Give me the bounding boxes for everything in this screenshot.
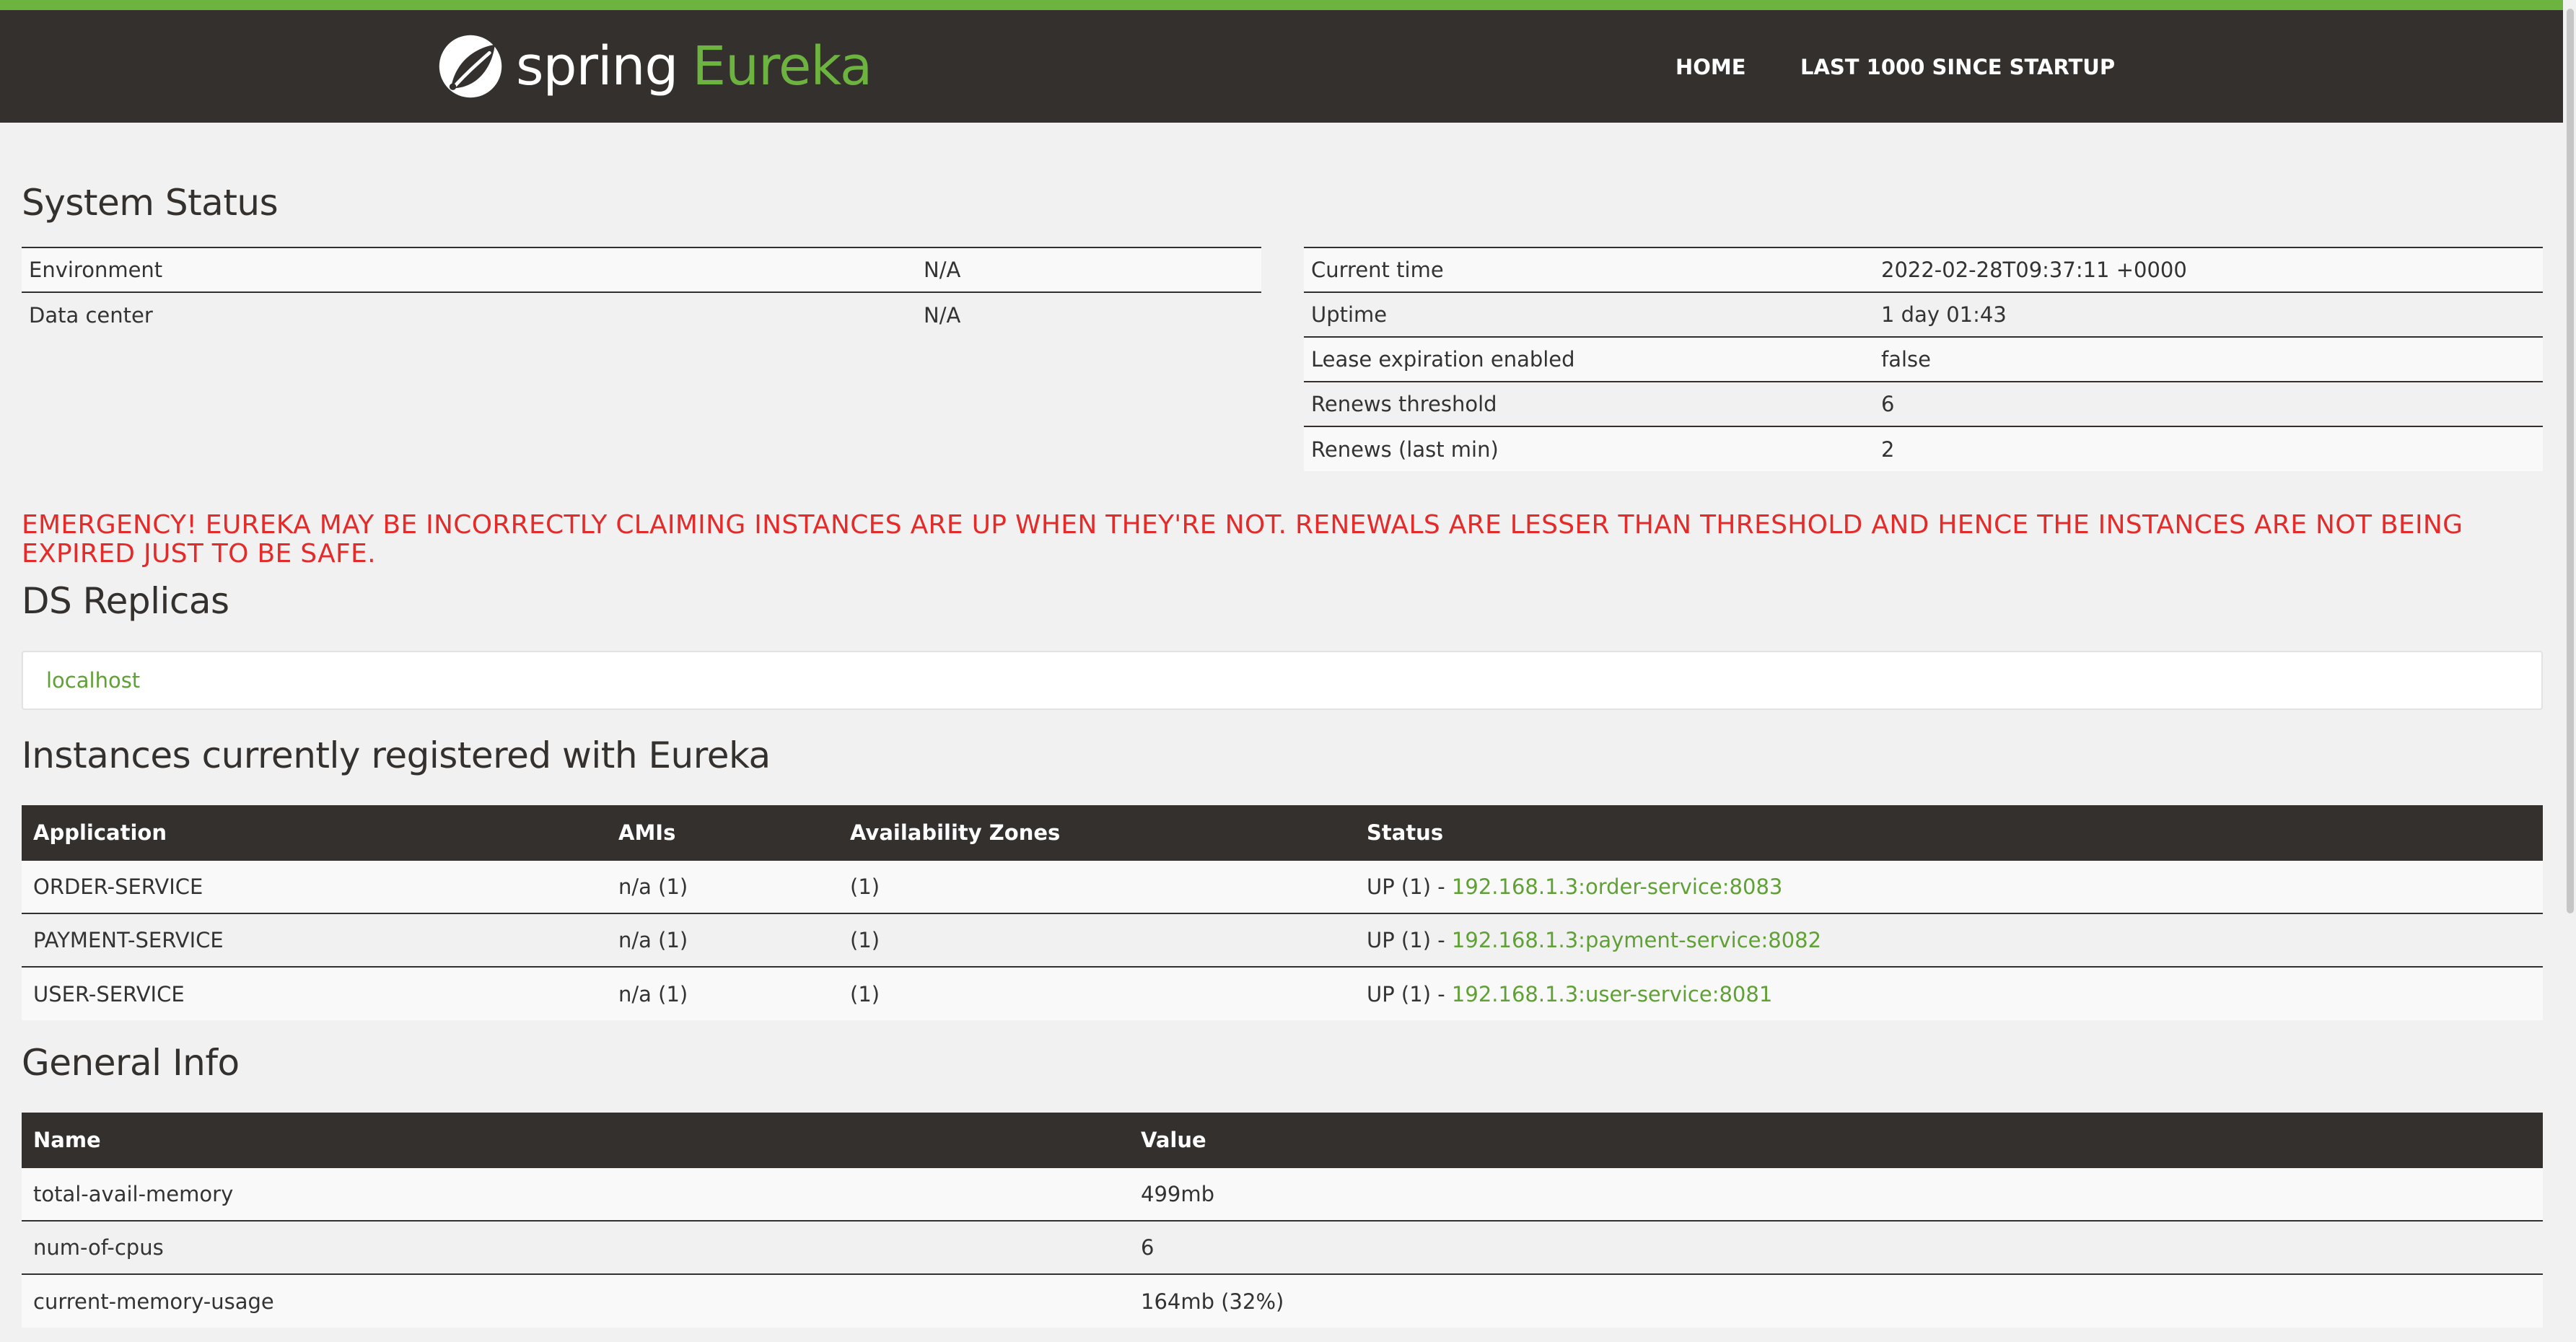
ds-replicas-list: localhost	[22, 651, 2543, 710]
brand-eureka-text: Eureka	[692, 35, 872, 97]
table-row: total-avail-memory 499mb	[22, 1167, 2543, 1221]
status-text: UP (1) -	[1367, 874, 1452, 899]
status-text: UP (1) -	[1367, 928, 1452, 952]
status-label: Data center	[22, 291, 916, 337]
status-label: Current time	[1304, 247, 1874, 292]
nav-last-1000-link[interactable]: LAST 1000 SINCE STARTUP	[1800, 55, 2115, 79]
general-info-table: Name Value total-avail-memory 499mb num-…	[22, 1113, 2543, 1328]
system-status-title: System Status	[22, 182, 279, 224]
status-value: 2	[1874, 426, 2543, 471]
table-row: Renews (last min) 2	[1304, 426, 2543, 471]
application-name: ORDER-SERVICE	[22, 859, 607, 913]
emergency-warning: EMERGENCY! EUREKA MAY BE INCORRECTLY CLA…	[22, 510, 2463, 569]
replica-link-localhost[interactable]: localhost	[46, 668, 140, 693]
top-accent-line	[0, 0, 2563, 10]
info-value: 164mb (32%)	[1129, 1273, 2543, 1328]
system-status-right-table: Current time 2022-02-28T09:37:11 +0000 U…	[1304, 247, 2543, 471]
status-label: Uptime	[1304, 291, 1874, 337]
table-row: Data center N/A	[22, 291, 1261, 337]
general-info-title: General Info	[22, 1042, 240, 1084]
info-value: 499mb	[1129, 1167, 2543, 1221]
status-value: false	[1874, 336, 2543, 382]
column-header-value: Value	[1129, 1113, 2543, 1167]
column-header-name: Name	[22, 1113, 1129, 1167]
table-row: current-memory-usage 164mb (32%)	[22, 1273, 2543, 1328]
zones-value: (1)	[838, 859, 1355, 913]
navbar: spring Eureka HOME LAST 1000 SINCE START…	[0, 10, 2563, 123]
table-row: USER-SERVICE n/a (1) (1) UP (1) - 192.16…	[22, 966, 2543, 1020]
application-name: PAYMENT-SERVICE	[22, 913, 607, 967]
status-label: Renews threshold	[1304, 381, 1874, 426]
column-header-application: Application	[22, 805, 607, 860]
column-header-availability-zones: Availability Zones	[838, 805, 1355, 860]
info-name: current-memory-usage	[22, 1273, 1129, 1328]
instances-table: Application AMIs Availability Zones Stat…	[22, 805, 2543, 1020]
status-cell: UP (1) - 192.168.1.3:payment-service:808…	[1355, 913, 2543, 967]
instance-link[interactable]: 192.168.1.3:payment-service:8082	[1452, 928, 1821, 952]
nav-home-link[interactable]: HOME	[1675, 55, 1746, 79]
amis-value: n/a (1)	[607, 966, 838, 1020]
table-row: PAYMENT-SERVICE n/a (1) (1) UP (1) - 192…	[22, 913, 2543, 967]
scrollbar-thumb[interactable]	[2567, 9, 2574, 913]
instances-title: Instances currently registered with Eure…	[22, 734, 771, 776]
status-value: N/A	[916, 247, 1261, 292]
status-label: Renews (last min)	[1304, 426, 1874, 471]
status-value: 1 day 01:43	[1874, 291, 2543, 337]
table-row: Renews threshold 6	[1304, 381, 2543, 426]
spring-leaf-icon	[439, 35, 502, 98]
status-label: Environment	[22, 247, 916, 292]
table-row: Lease expiration enabled false	[1304, 336, 2543, 382]
ds-replicas-title: DS Replicas	[22, 580, 229, 622]
zones-value: (1)	[838, 913, 1355, 967]
table-row: Current time 2022-02-28T09:37:11 +0000	[1304, 247, 2543, 292]
status-cell: UP (1) - 192.168.1.3:order-service:8083	[1355, 859, 2543, 913]
table-row: num-of-cpus 6	[22, 1220, 2543, 1274]
info-name: num-of-cpus	[22, 1220, 1129, 1274]
info-name: total-avail-memory	[22, 1167, 1129, 1221]
brand-spring-text: spring	[516, 35, 678, 97]
column-header-status: Status	[1355, 805, 2543, 860]
status-cell: UP (1) - 192.168.1.3:user-service:8081	[1355, 966, 2543, 1020]
table-header-row: Name Value	[22, 1113, 2543, 1167]
zones-value: (1)	[838, 966, 1355, 1020]
application-name: USER-SERVICE	[22, 966, 607, 1020]
info-value: 6	[1129, 1220, 2543, 1274]
brand-logo-link[interactable]: spring Eureka	[437, 30, 872, 102]
status-label: Lease expiration enabled	[1304, 336, 1874, 382]
amis-value: n/a (1)	[607, 913, 838, 967]
table-row: Uptime 1 day 01:43	[1304, 291, 2543, 337]
status-value: N/A	[916, 291, 1261, 337]
amis-value: n/a (1)	[607, 859, 838, 913]
status-value: 6	[1874, 381, 2543, 426]
instance-link[interactable]: 192.168.1.3:order-service:8083	[1452, 874, 1782, 899]
table-row: ORDER-SERVICE n/a (1) (1) UP (1) - 192.1…	[22, 859, 2543, 913]
system-status-left-table: Environment N/A Data center N/A	[22, 247, 1261, 337]
table-header-row: Application AMIs Availability Zones Stat…	[22, 805, 2543, 860]
status-value: 2022-02-28T09:37:11 +0000	[1874, 247, 2543, 292]
column-header-amis: AMIs	[607, 805, 838, 860]
instance-link[interactable]: 192.168.1.3:user-service:8081	[1452, 982, 1772, 1007]
status-text: UP (1) -	[1367, 981, 1452, 1007]
table-row: Environment N/A	[22, 247, 1261, 292]
